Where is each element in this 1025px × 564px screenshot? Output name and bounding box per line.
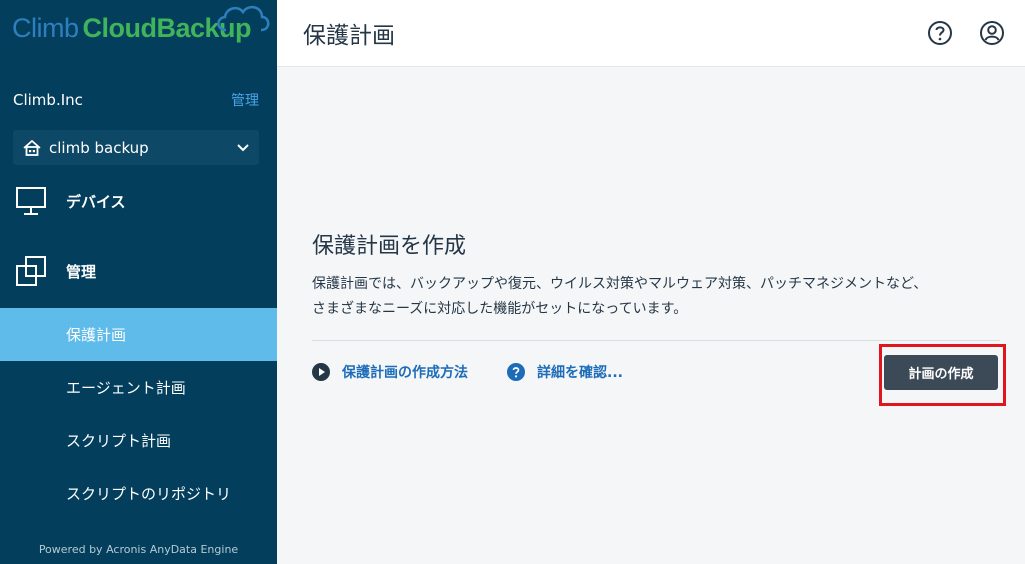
sidebar-item-label: エージェント計画 [66, 379, 186, 397]
user-circle-icon[interactable] [979, 20, 1005, 46]
howto-link-label: 保護計画の作成方法 [342, 365, 468, 381]
create-plan-description: 保護計画では、バックアップや復元、ウイルス対策やマルウェア対策、パッチマネジメン… [312, 272, 1002, 322]
description-line-2: さまざまなニーズに対応した機能がセットになっています。 [312, 301, 688, 317]
sidebar-item-label: スクリプト計画 [66, 432, 172, 450]
sidebar-item-label: スクリプトのリポジトリ [66, 485, 232, 503]
play-circle-icon [312, 363, 330, 381]
divider [312, 340, 1000, 341]
org-name: Climb.Inc [13, 91, 83, 109]
sidebar-item-agent-plans[interactable]: エージェント計画 [0, 361, 277, 414]
page-header: 保護計画 [277, 0, 1025, 67]
sidebar-item-protection-plans[interactable]: 保護計画 [0, 308, 277, 361]
cloud-icon [217, 5, 270, 32]
powered-by: Powered by Acronis AnyData Engine [38, 543, 239, 556]
details-link-label: 詳細を確認... [537, 365, 623, 381]
sidebar-item-script-repository[interactable]: スクリプトのリポジトリ [0, 467, 277, 520]
howto-link[interactable]: 保護計画の作成方法 [312, 362, 468, 382]
house-icon [23, 139, 41, 156]
tenant-label: climb backup [49, 138, 149, 157]
help-circle-icon[interactable] [927, 20, 953, 46]
nav-manage-label: 管理 [66, 262, 97, 281]
nav-devices-label: デバイス [66, 192, 126, 211]
nav-devices[interactable]: デバイス [0, 171, 277, 231]
question-circle-icon [507, 363, 525, 381]
create-plan-button[interactable]: 計画の作成 [884, 355, 998, 390]
org-row: Climb.Inc 管理 [13, 90, 259, 110]
sidebar-item-label: 保護計画 [66, 326, 127, 344]
chevron-down-icon [237, 143, 249, 151]
copy-windows-icon [14, 254, 48, 288]
details-link[interactable]: 詳細を確認... [507, 362, 623, 382]
page-title: 保護計画 [303, 23, 395, 49]
sidebar-item-script-plans[interactable]: スクリプト計画 [0, 414, 277, 467]
nav-manage[interactable]: 管理 [0, 241, 277, 301]
create-plan-title: 保護計画を作成 [312, 234, 467, 259]
brand-logo: Climb CloudBackup [12, 4, 270, 44]
org-manage-link[interactable]: 管理 [231, 90, 259, 110]
monitor-icon [14, 184, 48, 218]
brand-part1: Climb [12, 13, 79, 43]
sidebar: Climb CloudBackup Climb.Inc 管理 climb back… [0, 0, 277, 564]
tenant-selector[interactable]: climb backup [13, 130, 259, 165]
description-line-1: 保護計画では、バックアップや復元、ウイルス対策やマルウェア対策、パッチマネジメン… [312, 276, 928, 292]
